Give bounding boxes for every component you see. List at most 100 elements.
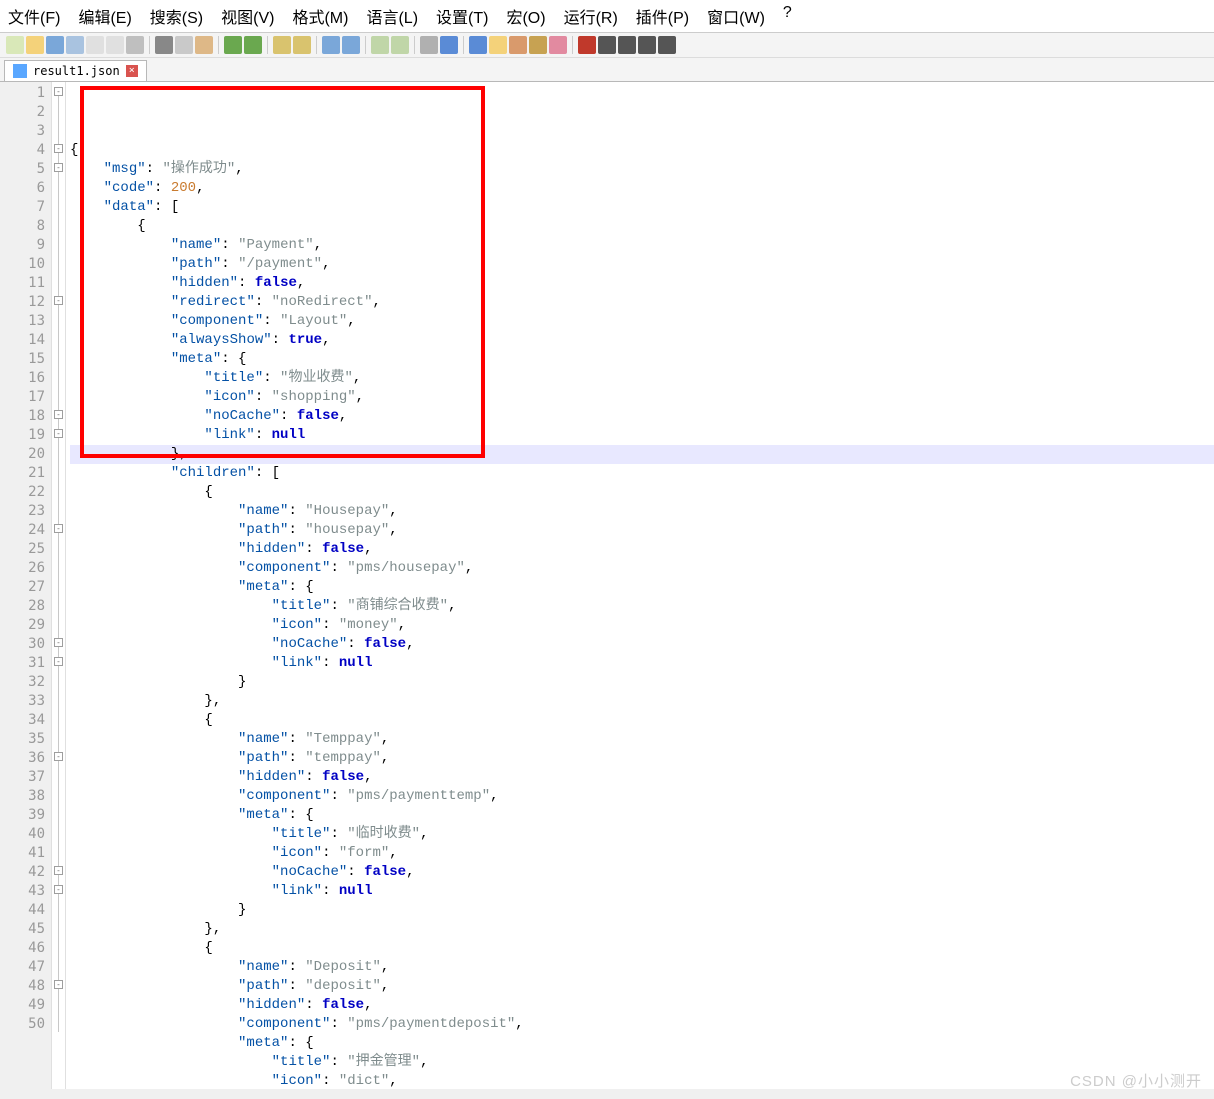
- fold-toggle-icon[interactable]: -: [54, 163, 63, 172]
- code-content[interactable]: { "msg": "操作成功", "code": 200, "data": [ …: [66, 82, 1214, 1089]
- code-line[interactable]: "path": "temppay",: [70, 749, 1214, 768]
- code-line[interactable]: "icon": "shopping",: [70, 388, 1214, 407]
- save-all-icon[interactable]: [66, 36, 84, 54]
- fold-toggle-icon[interactable]: -: [54, 524, 63, 533]
- code-line[interactable]: "alwaysShow": true,: [70, 331, 1214, 350]
- fold-toggle-icon[interactable]: -: [54, 296, 63, 305]
- code-line[interactable]: "children": [: [70, 464, 1214, 483]
- sync-v-icon[interactable]: [371, 36, 389, 54]
- code-line[interactable]: "icon": "money",: [70, 616, 1214, 635]
- code-line[interactable]: "name": "Housepay",: [70, 502, 1214, 521]
- open-file-icon[interactable]: [26, 36, 44, 54]
- menu-item[interactable]: 运行(R): [564, 4, 618, 28]
- code-line[interactable]: "name": "Temppay",: [70, 730, 1214, 749]
- play-macro-icon[interactable]: [618, 36, 636, 54]
- doc-map-icon[interactable]: [509, 36, 527, 54]
- code-line[interactable]: "title": "临时收费",: [70, 825, 1214, 844]
- file-tab[interactable]: result1.json ×: [4, 60, 147, 81]
- code-line[interactable]: "code": 200,: [70, 179, 1214, 198]
- cut-icon[interactable]: [155, 36, 173, 54]
- menu-item[interactable]: 编辑(E): [78, 4, 131, 28]
- tab-close-icon[interactable]: ×: [126, 65, 138, 77]
- function-list-icon[interactable]: [529, 36, 547, 54]
- code-line[interactable]: "component": "pms/paymentdeposit",: [70, 1015, 1214, 1034]
- code-line[interactable]: "hidden": false,: [70, 768, 1214, 787]
- code-line[interactable]: "msg": "操作成功",: [70, 160, 1214, 179]
- stop-macro-icon[interactable]: [598, 36, 616, 54]
- fold-toggle-icon[interactable]: -: [54, 144, 63, 153]
- code-line[interactable]: "meta": {: [70, 350, 1214, 369]
- code-line[interactable]: "meta": {: [70, 806, 1214, 825]
- code-line[interactable]: "meta": {: [70, 1034, 1214, 1053]
- menu-item[interactable]: 搜索(S): [150, 4, 203, 28]
- menu-item[interactable]: 宏(O): [506, 4, 545, 28]
- paste-icon[interactable]: [195, 36, 213, 54]
- allchars-icon[interactable]: [440, 36, 458, 54]
- code-line[interactable]: "redirect": "noRedirect",: [70, 293, 1214, 312]
- code-line[interactable]: "link": null: [70, 654, 1214, 673]
- close-all-icon[interactable]: [106, 36, 124, 54]
- new-file-icon[interactable]: [6, 36, 24, 54]
- code-line[interactable]: },: [70, 445, 1214, 464]
- zoom-in-icon[interactable]: [322, 36, 340, 54]
- menu-item[interactable]: 语言(L): [366, 4, 418, 28]
- save-macro-icon[interactable]: [658, 36, 676, 54]
- code-line[interactable]: "meta": {: [70, 578, 1214, 597]
- code-line[interactable]: "hidden": false,: [70, 540, 1214, 559]
- code-line[interactable]: "hidden": false,: [70, 274, 1214, 293]
- code-line[interactable]: }: [70, 673, 1214, 692]
- indent-guide-icon[interactable]: [469, 36, 487, 54]
- play-multi-icon[interactable]: [638, 36, 656, 54]
- fold-toggle-icon[interactable]: -: [54, 866, 63, 875]
- record-macro-icon[interactable]: [578, 36, 596, 54]
- menu-item[interactable]: 视图(V): [221, 4, 274, 28]
- code-line[interactable]: "path": "housepay",: [70, 521, 1214, 540]
- code-line[interactable]: "name": "Payment",: [70, 236, 1214, 255]
- print-icon[interactable]: [126, 36, 144, 54]
- menu-item[interactable]: ?: [783, 4, 792, 28]
- code-line[interactable]: {: [70, 483, 1214, 502]
- code-line[interactable]: {: [70, 141, 1214, 160]
- code-line[interactable]: "name": "Deposit",: [70, 958, 1214, 977]
- wordwrap-icon[interactable]: [420, 36, 438, 54]
- code-line[interactable]: {: [70, 217, 1214, 236]
- sync-h-icon[interactable]: [391, 36, 409, 54]
- menu-item[interactable]: 格式(M): [292, 4, 348, 28]
- code-line[interactable]: "noCache": false,: [70, 407, 1214, 426]
- monitor-icon[interactable]: [549, 36, 567, 54]
- code-line[interactable]: "title": "押金管理",: [70, 1053, 1214, 1072]
- code-line[interactable]: "link": null: [70, 882, 1214, 901]
- fold-toggle-icon[interactable]: -: [54, 429, 63, 438]
- fold-toggle-icon[interactable]: -: [54, 410, 63, 419]
- folder-icon[interactable]: [489, 36, 507, 54]
- code-line[interactable]: "icon": "dict",: [70, 1072, 1214, 1091]
- zoom-out-icon[interactable]: [342, 36, 360, 54]
- code-line[interactable]: {: [70, 939, 1214, 958]
- code-line[interactable]: "data": [: [70, 198, 1214, 217]
- menu-item[interactable]: 窗口(W): [707, 4, 765, 28]
- menu-item[interactable]: 设置(T): [436, 4, 488, 28]
- fold-toggle-icon[interactable]: -: [54, 885, 63, 894]
- code-line[interactable]: "path": "/payment",: [70, 255, 1214, 274]
- code-line[interactable]: "component": "pms/paymenttemp",: [70, 787, 1214, 806]
- code-line[interactable]: },: [70, 920, 1214, 939]
- code-line[interactable]: "noCache": false,: [70, 635, 1214, 654]
- code-line[interactable]: "path": "deposit",: [70, 977, 1214, 996]
- fold-toggle-icon[interactable]: -: [54, 980, 63, 989]
- save-icon[interactable]: [46, 36, 64, 54]
- code-line[interactable]: "noCache": false,: [70, 863, 1214, 882]
- fold-toggle-icon[interactable]: -: [54, 752, 63, 761]
- copy-icon[interactable]: [175, 36, 193, 54]
- replace-icon[interactable]: [293, 36, 311, 54]
- menu-item[interactable]: 文件(F): [8, 4, 60, 28]
- close-icon[interactable]: [86, 36, 104, 54]
- code-line[interactable]: },: [70, 692, 1214, 711]
- undo-icon[interactable]: [224, 36, 242, 54]
- code-line[interactable]: "component": "Layout",: [70, 312, 1214, 331]
- code-line[interactable]: "title": "物业收费",: [70, 369, 1214, 388]
- code-line[interactable]: "title": "商铺综合收费",: [70, 597, 1214, 616]
- code-line[interactable]: }: [70, 901, 1214, 920]
- fold-toggle-icon[interactable]: -: [54, 657, 63, 666]
- fold-toggle-icon[interactable]: -: [54, 87, 63, 96]
- code-line[interactable]: "component": "pms/housepay",: [70, 559, 1214, 578]
